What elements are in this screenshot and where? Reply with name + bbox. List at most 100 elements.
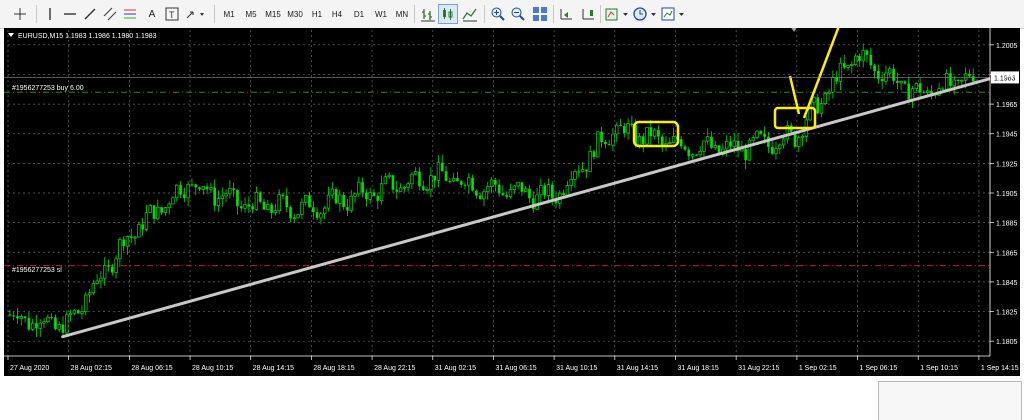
candle-bull bbox=[588, 150, 592, 172]
candle-bear bbox=[346, 207, 349, 211]
candle-bear bbox=[865, 50, 869, 55]
auto-scroll-icon[interactable] bbox=[556, 4, 576, 24]
candle-bear bbox=[501, 193, 505, 196]
candle-bull bbox=[755, 130, 759, 138]
candle-bull bbox=[300, 201, 304, 215]
price-chart[interactable]: 1.1983 1.2005 1.1985 1.1965 1.1945 1.1925 1.1… bbox=[4, 28, 1020, 376]
timeframe-m5[interactable]: M5 bbox=[240, 4, 262, 24]
candle-bull bbox=[615, 124, 619, 135]
toolbar-separator bbox=[484, 5, 485, 23]
candle-bull bbox=[713, 145, 717, 149]
candle-bull bbox=[702, 140, 706, 152]
indicators-dropdown-icon[interactable] bbox=[604, 4, 630, 24]
y-tick-label: 1.1825 bbox=[996, 310, 1018, 317]
candle-bull bbox=[167, 203, 171, 208]
timeframe-m30[interactable]: M30 bbox=[284, 4, 306, 24]
candle-bear bbox=[23, 316, 27, 319]
candle-bull bbox=[812, 97, 816, 104]
candle-bear bbox=[459, 181, 463, 185]
horizontal-line-icon[interactable] bbox=[60, 4, 80, 24]
candle-bear bbox=[922, 92, 926, 94]
candle-bull bbox=[652, 129, 657, 137]
timeframe-m15[interactable]: M15 bbox=[262, 4, 284, 24]
chart-canvas[interactable]: 1.1983 1.20051.19851.19651.19451.19251.1… bbox=[4, 28, 1020, 376]
vertical-line-icon[interactable] bbox=[40, 4, 60, 24]
candle-bear bbox=[239, 206, 243, 209]
candle-bear bbox=[61, 324, 65, 333]
candle-bear bbox=[129, 236, 133, 238]
candle-bear bbox=[877, 71, 880, 79]
candle-bull bbox=[823, 93, 827, 105]
candle-bull bbox=[254, 191, 259, 210]
candle-bull bbox=[888, 68, 892, 74]
line-chart-icon[interactable] bbox=[460, 4, 480, 24]
candle-bull bbox=[429, 175, 433, 190]
candle-bull bbox=[535, 194, 539, 210]
zoom-in-icon[interactable] bbox=[488, 4, 508, 24]
candle-bull bbox=[398, 187, 403, 193]
chart-shift-icon[interactable] bbox=[578, 4, 598, 24]
candle-bear bbox=[471, 177, 474, 191]
candle-bull bbox=[304, 195, 308, 203]
horizontal-scroll-panel[interactable] bbox=[878, 381, 1022, 420]
timeframe-m1[interactable]: M1 bbox=[218, 4, 240, 24]
candle-bear bbox=[270, 204, 273, 213]
x-tick-label: 31 Aug 06:15 bbox=[495, 365, 536, 372]
candle-bull bbox=[512, 185, 516, 190]
toolbar: A T M1 M5 M15 M30 H1 H4 D1 W1 MN bbox=[0, 0, 1024, 29]
candle-bull bbox=[95, 280, 99, 284]
candle-bull bbox=[357, 181, 361, 195]
candle-bull bbox=[926, 90, 930, 94]
candle-bear bbox=[315, 212, 319, 218]
timeframe-h4[interactable]: H4 bbox=[326, 4, 348, 24]
candle-bear bbox=[585, 169, 588, 172]
candle-bear bbox=[232, 188, 235, 190]
trendline-icon[interactable] bbox=[80, 4, 100, 24]
zoom-out-icon[interactable] bbox=[508, 4, 528, 24]
candle-bear bbox=[251, 206, 254, 210]
chart-header-dropdown-icon[interactable] bbox=[8, 33, 14, 37]
text-tool[interactable]: A bbox=[142, 4, 162, 24]
candle-bear bbox=[687, 149, 691, 157]
timeframe-d1[interactable]: D1 bbox=[348, 4, 370, 24]
x-tick-label: 1 Sep 02:15 bbox=[799, 365, 837, 372]
chart-header: EURUSD,M15 1.1983 1.1986 1.1980 1.1983 bbox=[18, 33, 157, 40]
candle-bear bbox=[247, 204, 251, 207]
bar-chart-icon[interactable] bbox=[418, 4, 438, 24]
candle-bull bbox=[668, 142, 672, 144]
candle-bear bbox=[361, 182, 364, 193]
candle-bull bbox=[156, 206, 160, 220]
equidistant-channel-icon[interactable] bbox=[100, 4, 120, 24]
timeframe-h1[interactable]: H1 bbox=[306, 4, 328, 24]
tile-windows-icon[interactable] bbox=[530, 4, 550, 24]
candle-bull bbox=[846, 65, 850, 68]
candle-bear bbox=[35, 323, 38, 329]
y-tick-label: 1.1965 bbox=[996, 102, 1018, 109]
candlestick-chart-icon[interactable] bbox=[438, 4, 458, 24]
text-label-icon[interactable]: T bbox=[162, 4, 182, 24]
candle-bear bbox=[505, 195, 509, 197]
candle-bear bbox=[710, 136, 713, 148]
timeframe-mn[interactable]: MN bbox=[391, 4, 413, 24]
y-tick-label: 1.2005 bbox=[996, 43, 1018, 50]
candle-bull bbox=[952, 79, 956, 87]
x-tick-label: 31 Aug 14:15 bbox=[617, 365, 658, 372]
candle-bull bbox=[91, 283, 96, 294]
candle-bull bbox=[831, 77, 835, 93]
trendline[interactable] bbox=[61, 77, 991, 339]
candle-bull bbox=[664, 143, 668, 146]
candle-bull bbox=[508, 189, 513, 198]
candle-bull bbox=[963, 73, 968, 81]
candle-bear bbox=[497, 184, 501, 194]
candle-bull bbox=[42, 321, 46, 324]
candle-bull bbox=[114, 258, 118, 273]
periods-clock-icon[interactable] bbox=[632, 4, 658, 24]
candle-bull bbox=[87, 292, 92, 296]
timeframe-w1[interactable]: W1 bbox=[370, 4, 392, 24]
templates-dropdown-icon[interactable] bbox=[660, 4, 686, 24]
arrows-dropdown-icon[interactable] bbox=[184, 4, 204, 24]
y-tick-label: 1.1805 bbox=[996, 339, 1018, 346]
crosshair-icon[interactable] bbox=[10, 4, 30, 24]
fibonacci-icon[interactable] bbox=[120, 4, 140, 24]
candle-bull bbox=[573, 171, 577, 180]
